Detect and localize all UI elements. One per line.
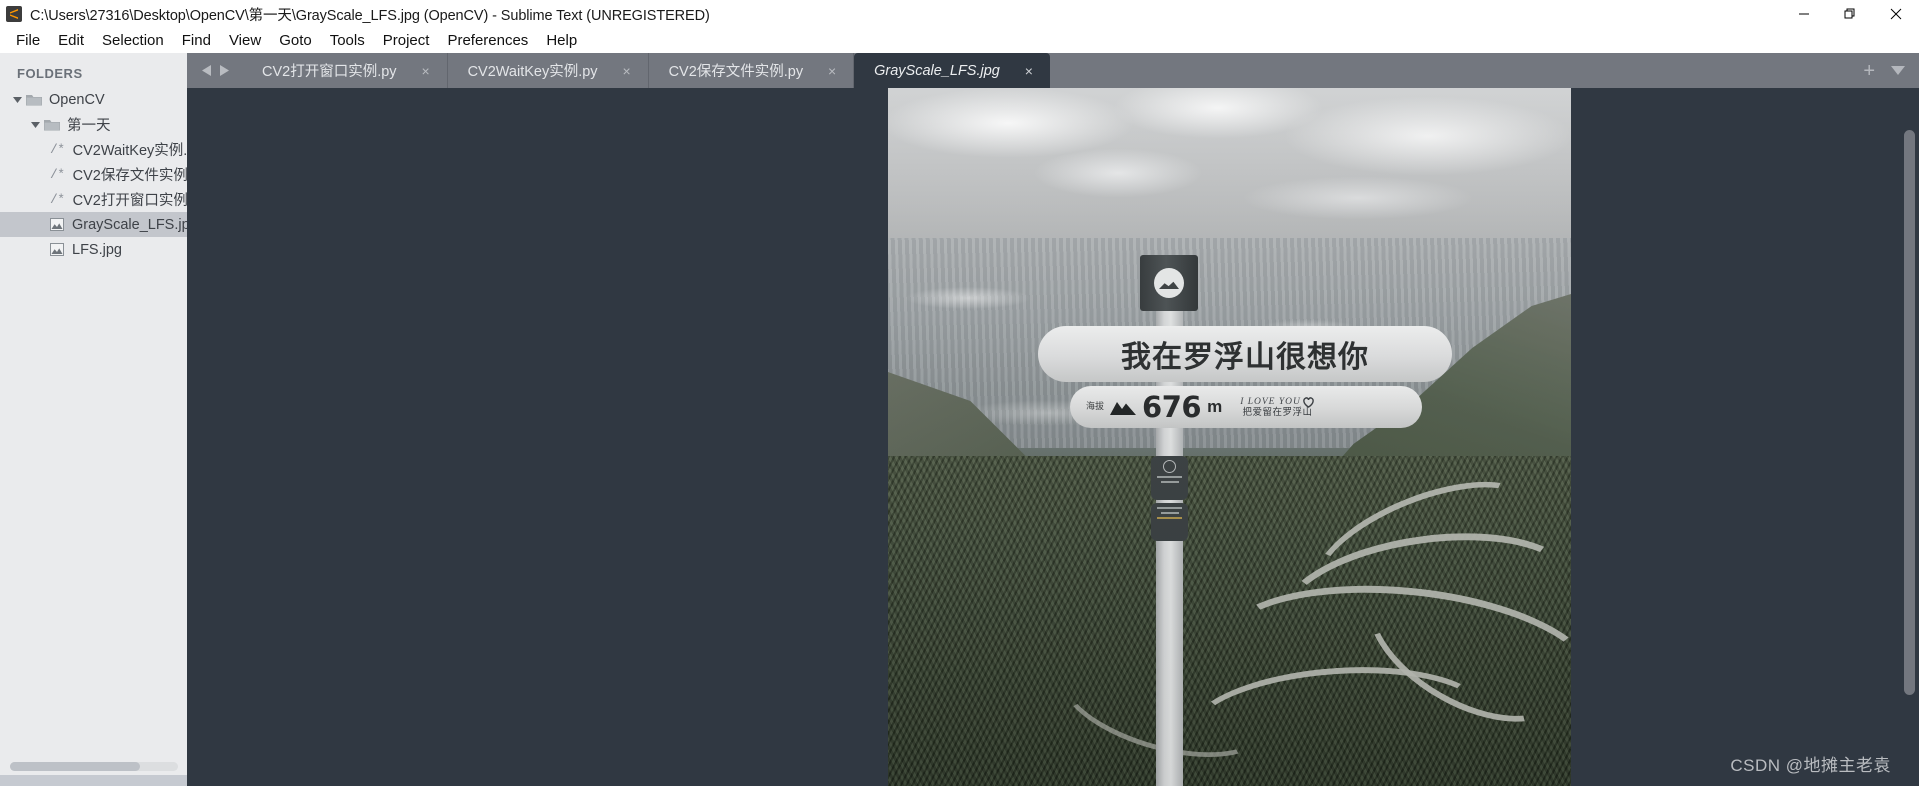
minimize-icon — [1799, 13, 1809, 15]
plaque-text-line — [1160, 481, 1179, 483]
sidebar-bottom-strip — [0, 775, 187, 786]
sidebar-item-label: CV2保存文件实例.py — [72, 168, 187, 184]
editor-area: CV2打开窗口实例.py × CV2WaitKey实例.py × CV2保存文件… — [187, 53, 1919, 786]
heart-icon — [1303, 396, 1314, 408]
sidebar-item-label: LFS.jpg — [72, 241, 122, 258]
menu-item-edit[interactable]: Edit — [49, 28, 93, 53]
sidebar-item-diyitian-folder[interactable]: 第一天 — [0, 112, 187, 137]
chevron-down-icon[interactable] — [26, 120, 44, 129]
sidebar-horizontal-scrollbar[interactable] — [0, 759, 187, 775]
chevron-down-icon[interactable] — [1891, 66, 1905, 75]
title-bar: C:\Users\27316\Desktop\OpenCV\第一天\GraySc… — [0, 0, 1919, 28]
csdn-watermark: CSDN @地摊主老袁 — [1730, 756, 1891, 775]
elevation-value: 676 — [1142, 390, 1202, 424]
menu-item-find[interactable]: Find — [173, 28, 220, 53]
close-button[interactable] — [1873, 0, 1919, 28]
menu-item-preferences[interactable]: Preferences — [438, 28, 537, 53]
mountain-icon — [1110, 402, 1137, 415]
main-sign-board: 我在罗浮山很想你 — [1038, 326, 1452, 382]
tab-bar-actions: + — [1863, 53, 1919, 88]
sidebar-item-label: OpenCV — [49, 91, 105, 108]
new-tab-button[interactable]: + — [1863, 61, 1875, 81]
signpost-top-marker — [1140, 255, 1198, 311]
scrollbar-thumb[interactable] — [10, 762, 140, 771]
python-file-icon: /* — [50, 192, 65, 207]
elevation-sign-board: 海拔 676 m I LOVE YOU 把爱留在罗浮山 — [1070, 386, 1422, 428]
sidebar-item-label: CV2WaitKey实例.py — [72, 143, 187, 159]
love-slogan-cn: 把爱留在罗浮山 — [1242, 406, 1313, 418]
sidebar-item-label: CV2打开窗口实例.py — [72, 193, 187, 209]
main-sign-text: 我在罗浮山很想你 — [1121, 341, 1369, 374]
menu-item-selection[interactable]: Selection — [93, 28, 173, 53]
tab-bar: CV2打开窗口实例.py × CV2WaitKey实例.py × CV2保存文件… — [187, 53, 1919, 88]
plaque-emblem-icon — [1163, 460, 1176, 473]
sidebar-item-label: GrayScale_LFS.jpg — [72, 216, 187, 233]
mountain-emblem-icon — [1154, 268, 1184, 298]
restore-icon — [1844, 8, 1855, 19]
menu-item-file[interactable]: File — [7, 28, 49, 53]
close-icon — [1890, 8, 1902, 20]
signpost-plaque-upper — [1151, 456, 1188, 500]
sidebar-item-cv2waitkey-py[interactable]: /* CV2WaitKey实例.py — [0, 137, 187, 162]
sidebar-item-opencv-folder[interactable]: OpenCV — [0, 87, 187, 112]
sidebar-header: FOLDERS — [17, 66, 83, 81]
tab-grayscale-lfs-jpg[interactable]: GrayScale_LFS.jpg × — [854, 53, 1050, 88]
python-file-icon: /* — [50, 142, 65, 157]
tab-label: CV2保存文件实例.py — [668, 64, 804, 80]
tab-label: CV2打开窗口实例.py — [262, 64, 397, 80]
sublime-text-icon — [6, 6, 22, 22]
plaque-text-line — [1160, 512, 1179, 514]
tab-close-icon[interactable]: × — [620, 63, 634, 79]
prev-tab-arrow-icon[interactable] — [201, 64, 213, 77]
menu-item-help[interactable]: Help — [537, 28, 586, 53]
window-controls — [1781, 0, 1919, 28]
tab-close-icon[interactable]: × — [419, 63, 433, 79]
elevation-unit: m — [1207, 397, 1223, 416]
next-tab-arrow-icon[interactable] — [218, 64, 230, 77]
python-file-icon: /* — [50, 167, 65, 182]
tab-label: GrayScale_LFS.jpg — [874, 62, 1000, 79]
elevation-label: 海拔 — [1086, 401, 1105, 412]
chevron-down-icon[interactable] — [8, 95, 26, 104]
menu-item-tools[interactable]: Tools — [321, 28, 374, 53]
tab-label: CV2WaitKey实例.py — [467, 64, 598, 80]
restore-button[interactable] — [1827, 0, 1873, 28]
menu-item-project[interactable]: Project — [374, 28, 439, 53]
main-body: FOLDERS OpenCV 第一天 /* CV2WaitKey实例. /* C… — [0, 53, 1919, 786]
plaque-text-line — [1157, 517, 1182, 519]
plaque-text-line — [1157, 476, 1182, 478]
image-file-icon — [50, 243, 64, 256]
sidebar-item-label: 第一天 — [67, 118, 111, 134]
grayscale-photo: 我在罗浮山很想你 海拔 676 m I LOVE YOU 把爱留在罗浮山 — [888, 88, 1571, 786]
folder-icon — [26, 95, 42, 106]
editor-vertical-scrollbar[interactable] — [1904, 130, 1915, 786]
tab-cv2openwindow-py[interactable]: CV2打开窗口实例.py × — [242, 53, 448, 88]
tab-cv2save-py[interactable]: CV2保存文件实例.py × — [649, 53, 855, 88]
minimize-button[interactable] — [1781, 0, 1827, 28]
folder-icon — [44, 120, 60, 131]
sidebar-item-cv2openwindow-py[interactable]: /* CV2打开窗口实例.py — [0, 187, 187, 212]
menu-item-view[interactable]: View — [220, 28, 270, 53]
sidebar-item-lfs-jpg[interactable]: LFS.jpg — [0, 237, 187, 262]
tab-close-icon[interactable]: × — [825, 63, 839, 79]
love-slogan-en: I LOVE YOU — [1240, 396, 1315, 408]
menu-bar: File Edit Selection Find View Goto Tools… — [0, 28, 1919, 53]
image-file-icon — [50, 218, 64, 231]
signpost-plaque-lower — [1151, 503, 1188, 541]
window-title: C:\Users\27316\Desktop\OpenCV\第一天\GraySc… — [30, 7, 710, 24]
sublime-text-window: C:\Users\27316\Desktop\OpenCV\第一天\GraySc… — [0, 0, 1919, 786]
tab-close-icon[interactable]: × — [1022, 63, 1036, 79]
menu-item-goto[interactable]: Goto — [270, 28, 321, 53]
sidebar-item-cv2save-py[interactable]: /* CV2保存文件实例.py — [0, 162, 187, 187]
sidebar-item-grayscale-lfs-jpg[interactable]: GrayScale_LFS.jpg — [0, 212, 187, 237]
scrollbar-thumb[interactable] — [1904, 130, 1915, 695]
tab-nav-arrows — [187, 53, 242, 88]
love-slogan: I LOVE YOU 把爱留在罗浮山 — [1240, 396, 1315, 418]
sidebar: FOLDERS OpenCV 第一天 /* CV2WaitKey实例. /* C… — [0, 53, 187, 786]
tab-cv2waitkey-py[interactable]: CV2WaitKey实例.py × — [448, 53, 649, 88]
love-slogan-en-text: I LOVE YOU — [1240, 396, 1301, 407]
image-preview-pane: 我在罗浮山很想你 海拔 676 m I LOVE YOU 把爱留在罗浮山 CSD… — [187, 88, 1919, 786]
plaque-text-line — [1157, 507, 1182, 509]
